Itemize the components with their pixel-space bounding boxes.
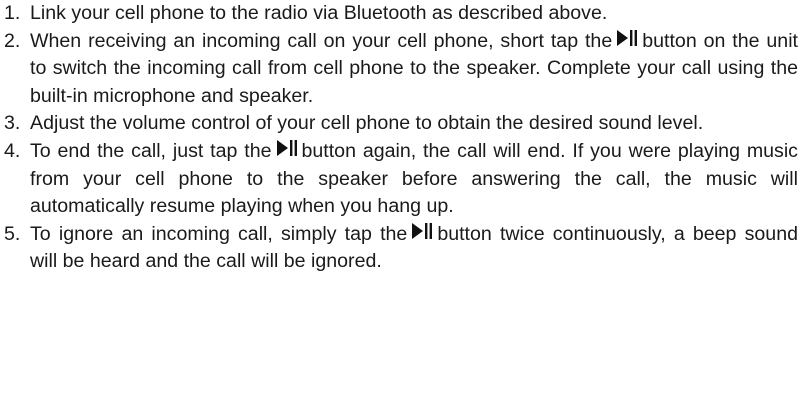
- item-number: 2.: [4, 29, 21, 52]
- play-pause-icon: [411, 222, 433, 240]
- item-paragraph: To end the call, just tap the button agai…: [30, 138, 798, 221]
- item-paragraph: When receiving an incoming call on your …: [30, 28, 798, 111]
- item-number: 1.: [4, 2, 21, 24]
- item-text: Link your cell phone to the radio via Bl…: [30, 2, 608, 24]
- instruction-item-5: 5. To ignore an incoming call, simply ta…: [0, 221, 802, 276]
- play-pause-icon: [616, 29, 638, 47]
- instruction-item-1: 1. Link your cell phone to the radio via…: [0, 0, 802, 28]
- item-number: 4.: [4, 139, 21, 162]
- instruction-item-3: 3. Adjust the volume control of your cel…: [0, 110, 802, 138]
- item-paragraph: To ignore an incoming call, simply tap t…: [30, 221, 798, 276]
- item-number: 5.: [4, 222, 21, 245]
- instruction-item-2: 2. When receiving an incoming call on yo…: [0, 28, 802, 111]
- item-text-before-icon: When receiving an incoming call on your …: [30, 29, 613, 52]
- item-text-before-icon: To end the call, just tap the: [30, 139, 272, 162]
- instruction-document: 1. Link your cell phone to the radio via…: [0, 0, 802, 401]
- item-number: 3.: [4, 112, 21, 135]
- item-text-before-icon: To ignore an incoming call, simply tap t…: [30, 222, 408, 245]
- play-pause-icon: [276, 139, 298, 157]
- instruction-item-4: 4. To end the call, just tap the button a…: [0, 138, 802, 221]
- item-text: Adjust the volume control of your cell p…: [30, 112, 704, 135]
